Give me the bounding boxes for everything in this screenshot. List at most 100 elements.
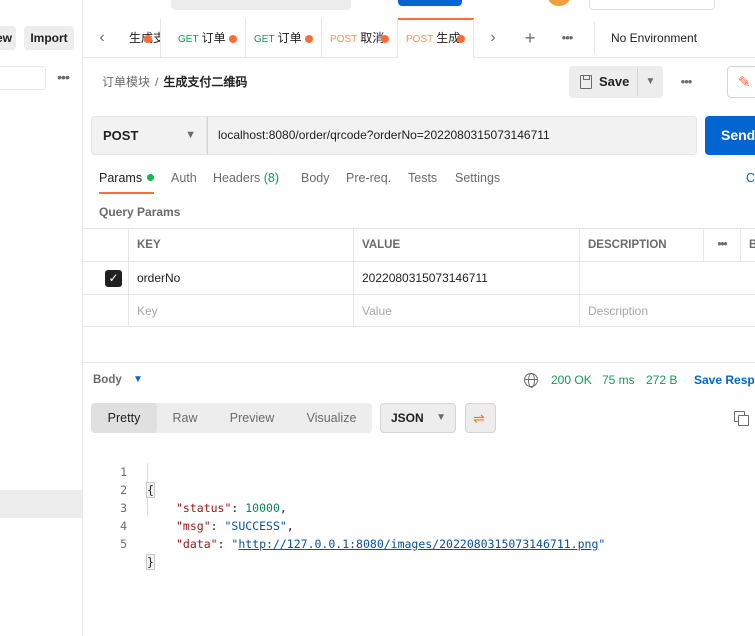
- json-brace: {: [146, 482, 155, 498]
- collection-filter-input[interactable]: [0, 66, 46, 90]
- cookies-link[interactable]: Cookies: [746, 171, 755, 185]
- param-description-cell[interactable]: [579, 262, 755, 294]
- line-text: }: [146, 553, 155, 571]
- request-tab[interactable]: 生成支付二维码: [121, 18, 161, 58]
- tab-preview[interactable]: Preview: [213, 403, 291, 433]
- tab-label: 订单: [277, 31, 302, 45]
- json-key: "data": [176, 537, 218, 551]
- response-time[interactable]: 75 ms: [602, 363, 635, 397]
- globe-icon[interactable]: [524, 373, 538, 388]
- sidebar-item-selected[interactable]: [0, 490, 82, 518]
- unsaved-dot-icon: [457, 35, 465, 43]
- header-primary-button[interactable]: [398, 0, 462, 6]
- wrap-lines-icon: ⇌: [473, 410, 485, 426]
- pencil-icon: ✎: [738, 74, 751, 91]
- code-line: 4 "data": "http://127.0.0.1:8080/images/…: [83, 499, 605, 551]
- request-tab[interactable]: GET 订单: [246, 18, 322, 58]
- tabs-more-icon[interactable]: •••: [557, 18, 577, 58]
- tab-label: Tests: [408, 171, 438, 185]
- unsaved-dot-icon: [305, 35, 313, 43]
- method-select[interactable]: POST ▼: [91, 116, 207, 155]
- send-button[interactable]: Send: [705, 116, 755, 155]
- format-select[interactable]: JSON ▼: [380, 403, 456, 433]
- json-colon: :: [210, 519, 225, 533]
- tab-visualize[interactable]: Visualize: [291, 403, 372, 433]
- request-tab[interactable]: GET 订单: [170, 18, 246, 58]
- json-key: "msg": [176, 519, 211, 533]
- tab-auth[interactable]: Auth: [171, 166, 197, 194]
- tab-settings[interactable]: Settings: [455, 166, 500, 194]
- new-value-input[interactable]: Value: [353, 295, 579, 327]
- table-row: ✓ orderNo 2022080315073146711: [83, 261, 755, 294]
- request-tab[interactable]: POST 取消: [322, 18, 398, 58]
- tab-method: GET: [254, 34, 275, 45]
- save-response-button[interactable]: Save Response: [694, 363, 755, 397]
- line-text: "status": 10000,: [176, 499, 287, 517]
- line-text: "msg": "SUCCESS",: [176, 517, 294, 535]
- breadcrumb-parent[interactable]: 订单模块: [102, 75, 150, 89]
- tab-method: GET: [178, 34, 199, 45]
- json-colon: :: [231, 501, 246, 515]
- tab-label: Pre-req.: [346, 171, 392, 185]
- json-brace: }: [146, 554, 155, 570]
- json-value: "SUCCESS": [224, 519, 287, 533]
- response-size[interactable]: 272 B: [646, 363, 677, 397]
- environment-selector[interactable]: No Environment: [611, 18, 697, 58]
- tab-tests[interactable]: Tests: [408, 166, 437, 194]
- new-button-label: New: [0, 31, 12, 45]
- query-params-title: Query Params: [99, 205, 181, 219]
- new-description-input[interactable]: Description: [579, 295, 755, 327]
- new-key-input[interactable]: Key: [128, 295, 353, 327]
- global-search-input[interactable]: [171, 0, 351, 10]
- tab-label: Settings: [455, 171, 501, 185]
- request-tab-active[interactable]: POST 生成: [398, 18, 474, 58]
- sidebar-more-icon[interactable]: •••: [53, 68, 73, 88]
- bulk-edit-link[interactable]: Bulk Edit: [740, 229, 755, 261]
- json-comma: ,: [286, 519, 294, 533]
- tab-raw[interactable]: Raw: [157, 403, 213, 433]
- request-tab-bar: ‹ 生成支付二维码 GET订单 GET订单 POST取消 POST生成 › + …: [83, 18, 755, 58]
- param-key-cell[interactable]: orderNo: [128, 262, 353, 294]
- tab-label: Auth: [171, 171, 197, 185]
- tab-body[interactable]: Body: [301, 166, 330, 194]
- status-code[interactable]: 200 OK: [551, 363, 592, 397]
- format-label: JSON: [391, 411, 424, 425]
- row-checkbox[interactable]: ✓: [105, 270, 122, 287]
- save-button-group: Save ▼: [569, 66, 663, 98]
- wrap-lines-button[interactable]: ⇌: [465, 403, 496, 433]
- json-link[interactable]: http://127.0.0.1:8080/images/20220803150…: [238, 537, 598, 551]
- chevron-right-icon[interactable]: ›: [474, 18, 512, 58]
- line-text: {: [146, 481, 155, 499]
- chevron-down-icon[interactable]: ▼: [638, 66, 663, 98]
- new-button[interactable]: New: [0, 26, 16, 50]
- column-options-icon[interactable]: •••: [703, 229, 740, 261]
- tab-label: Params: [99, 171, 143, 185]
- tab-pre-request[interactable]: Pre-req.: [346, 166, 391, 194]
- json-quote: ": [598, 537, 606, 551]
- response-body-label[interactable]: Body: [93, 363, 122, 397]
- url-input[interactable]: localhost:8080/order/qrcode?orderNo=2022…: [207, 116, 697, 155]
- request-tabs: Params Auth Headers (8) Body Pre-req. Te…: [91, 166, 755, 194]
- copy-icon[interactable]: [734, 411, 749, 426]
- avatar[interactable]: [548, 0, 570, 6]
- column-header-value: VALUE: [353, 229, 579, 261]
- header-workspace-box[interactable]: [589, 0, 715, 10]
- import-button[interactable]: Import: [24, 26, 74, 50]
- tab-pretty[interactable]: Pretty: [91, 403, 157, 433]
- more-actions-icon[interactable]: •••: [676, 72, 696, 92]
- column-header-description: DESCRIPTION: [579, 229, 703, 261]
- tab-params[interactable]: Params: [99, 166, 155, 194]
- chevron-down-icon[interactable]: ▼: [133, 363, 143, 397]
- edit-button[interactable]: ✎: [727, 66, 755, 98]
- save-button[interactable]: Save: [569, 66, 637, 98]
- table-header-row: KEY VALUE DESCRIPTION ••• Bulk Edit: [83, 228, 755, 261]
- chevron-left-icon[interactable]: ‹: [83, 18, 121, 58]
- tab-headers[interactable]: Headers (8): [213, 166, 279, 194]
- save-icon: [580, 75, 592, 89]
- params-table: KEY VALUE DESCRIPTION ••• Bulk Edit ✓ or…: [83, 228, 755, 327]
- plus-icon[interactable]: +: [520, 18, 540, 58]
- tab-method: POST: [330, 34, 358, 45]
- tab-label: Body: [301, 171, 330, 185]
- param-value-cell[interactable]: 2022080315073146711: [353, 262, 579, 294]
- page-title[interactable]: 生成支付二维码: [163, 75, 247, 89]
